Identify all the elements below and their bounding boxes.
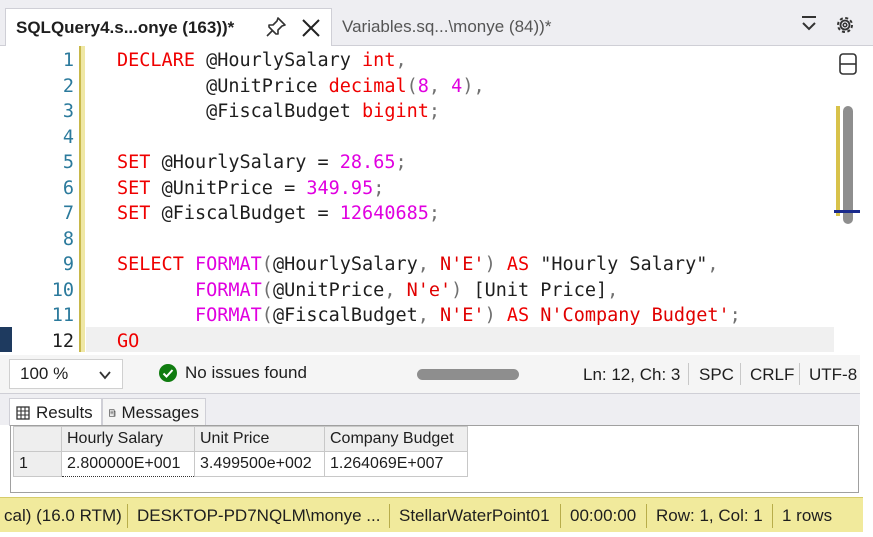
code-line-1: DECLARE @HourlySalary int, [117,50,407,71]
line-number: 8 [62,228,74,250]
grid-icon [16,405,30,420]
tab-variables[interactable]: Variables.sq...\monye (84))* [332,8,592,46]
line-number: 7 [62,203,74,224]
code-line-2: @UnitPrice decimal(8, 4), [206,75,485,97]
current-line-marker [0,327,12,352]
check-circle-icon [159,364,177,382]
tab-messages-label: Messages [121,402,199,422]
header-row: Hourly Salary Unit Price Company Budget [13,426,468,452]
connection-user: DESKTOP-PD7NQLM\monye ... [137,506,381,525]
horizontal-scroll-thumb[interactable] [417,369,519,380]
code-line-11: FORMAT(@FiscalBudget, N'E') AS N'Company… [194,305,741,326]
code-line-7: SET @FiscalBudget = 12640685; [117,203,441,224]
caret-position-marker [834,210,860,213]
divider [560,504,561,528]
line-number-current: 12 [51,330,74,352]
split-editor-icon[interactable] [837,50,859,78]
divider [740,363,741,385]
line-number: 9 [62,254,74,275]
pin-icon[interactable] [264,15,288,39]
tab-title: SQLQuery4.s...onye (163))* [16,17,235,37]
results-table: Hourly Salary Unit Price Company Budget … [13,426,468,477]
code-line-10: FORMAT(@UnitPrice, N'e') [Unit Price], [194,279,619,301]
vertical-scroll-thumb[interactable] [843,106,853,224]
editor-status-row: 100 % No issues found Ln: 12, Ch: 3 SPC … [0,355,860,393]
table-row: 1 2.800000E+001 3.499500e+002 1.264069E+… [13,451,468,477]
divider [646,504,647,528]
divider [389,504,390,528]
divider [799,363,800,385]
results-grid[interactable]: Hourly Salary Unit Price Company Budget … [10,425,859,493]
document-tab-strip: SQLQuery4.s...onye (163))* Variables.sq.… [0,0,873,46]
code-line-5: SET @HourlySalary = 28.65; [117,152,407,173]
table-cell[interactable]: 2.800000E+001 [61,451,195,477]
line-number: 10 [51,279,74,301]
zoom-dropdown[interactable]: 100 % [9,359,123,389]
line-number: 6 [62,177,74,199]
tab-results[interactable]: Results [9,398,102,426]
chevron-down-icon [99,371,111,380]
tab-messages[interactable]: Messages [102,398,206,426]
row-header-corner[interactable] [13,426,62,452]
window-edge [863,390,873,537]
row-col-position: Row: 1, Col: 1 [656,506,763,525]
code-line-9: SELECT FORMAT(@HourlySalary, N'E') AS "H… [117,254,719,275]
tab-sqlquery4[interactable]: SQLQuery4.s...onye (163))* [5,8,332,46]
tab-title: Variables.sq...\monye (84))* [342,17,552,36]
line-number: 1 [62,50,74,71]
vertical-scrollbar[interactable] [834,46,860,354]
server-version: cal) (16.0 RTM) [4,506,122,525]
divider [772,504,773,528]
change-tracking-bar [79,46,85,352]
change-marker [836,106,840,216]
line-number: 2 [62,75,74,97]
column-header[interactable]: Company Budget [324,426,468,452]
code-line-3: @FiscalBudget bigint; [206,101,441,122]
issues-text: No issues found [185,363,307,382]
line-ending[interactable]: CRLF [750,365,794,385]
row-number[interactable]: 1 [13,451,62,477]
table-cell[interactable]: 1.264069E+007 [324,451,468,477]
code-line-12: GO [117,330,140,352]
line-number: 4 [62,126,74,148]
gear-icon[interactable] [834,14,856,36]
zoom-value: 100 % [20,364,69,383]
query-status-bar: cal) (16.0 RTM) DESKTOP-PD7NQLM\monye ..… [0,497,863,532]
table-cell[interactable]: 3.499500e+002 [194,451,325,477]
line-number: 11 [51,305,74,326]
divider [688,363,689,385]
row-count: 1 rows [782,506,833,525]
query-editor[interactable]: 1 2 3 4 5 6 7 8 9 10 11 12 DECLARE @Hour… [0,46,860,354]
column-header[interactable]: Unit Price [194,426,325,452]
line-number: 5 [62,152,74,173]
tab-results-label: Results [36,402,93,422]
current-line-highlight [86,327,834,352]
line-number-gutter: 1 2 3 4 5 6 7 8 9 10 11 12 [12,46,78,354]
messages-icon [109,408,116,417]
tab-list-dropdown-icon[interactable] [800,14,818,34]
close-icon[interactable] [298,15,324,41]
elapsed-time: 00:00:00 [570,506,637,525]
results-tab-strip: Results Messages [0,393,860,426]
encoding[interactable]: UTF-8 [809,365,857,385]
divider [127,504,128,528]
whitespace-mode[interactable]: SPC [699,365,734,385]
column-header[interactable]: Hourly Salary [61,426,195,452]
line-number: 3 [62,101,74,122]
issues-indicator[interactable]: No issues found [158,363,307,383]
cursor-position[interactable]: Ln: 12, Ch: 3 [583,365,680,385]
database-name: StellarWaterPoint01 [399,506,550,525]
code-line-6: SET @UnitPrice = 349.95; [117,177,385,199]
